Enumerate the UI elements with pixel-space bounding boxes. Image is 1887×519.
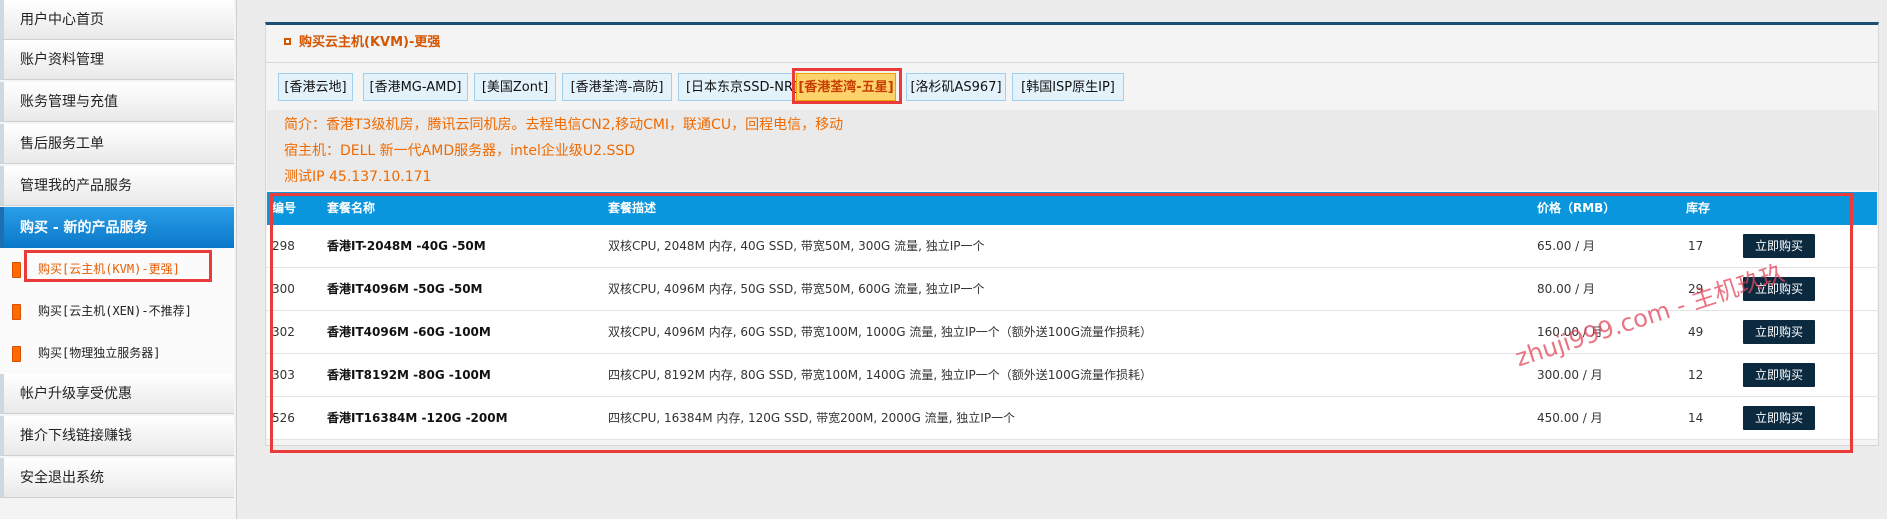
column-header-stock: 库存: [1686, 201, 1711, 215]
tab-la-as967[interactable]: [洛杉矶AS967]: [906, 73, 1006, 101]
row-description: 四核CPU, 8192M 内存, 80G SSD, 带宽100M, 1400G …: [608, 368, 1152, 382]
table-row: 302 香港IT4096M -60G -100M 双核CPU, 4096M 内存…: [267, 311, 1877, 354]
sidebar-item-account-upgrade[interactable]: 帐户升级享受优惠: [0, 374, 234, 414]
sidebar-item-support-tickets[interactable]: 售后服务工单: [0, 124, 234, 164]
row-price: 80.00 / 月: [1537, 282, 1596, 296]
square-bullet-icon: [284, 38, 291, 45]
table-row: 303 香港IT8192M -80G -100M 四核CPU, 8192M 内存…: [267, 354, 1877, 397]
sidebar-item-referral-links[interactable]: 推介下线链接赚钱: [0, 416, 234, 456]
row-description: 双核CPU, 4096M 内存, 50G SSD, 带宽50M, 600G 流量…: [608, 282, 985, 296]
sidebar-subitem-buy-xen[interactable]: 购买[云主机(XEN)-不推荐]: [0, 290, 234, 332]
row-stock: 17: [1688, 239, 1704, 253]
sidebar-item-buy-new-products[interactable]: 购买 - 新的产品服务: [0, 207, 234, 249]
row-price: 300.00 / 月: [1537, 368, 1603, 382]
tab-hk-mg-amd[interactable]: [香港MG-AMD]: [363, 73, 468, 101]
server-icon: [12, 262, 21, 278]
sidebar-item-logout[interactable]: 安全退出系统: [0, 458, 234, 498]
sidebar-subitem-buy-kvm[interactable]: 购买[云主机(KVM)-更强]: [0, 248, 234, 290]
table-row: 300 香港IT4096M -50G -50M 双核CPU, 4096M 内存,…: [267, 268, 1877, 311]
row-id: 298: [272, 239, 295, 253]
sidebar-subitem-buy-dedicated[interactable]: 购买[物理独立服务器]: [0, 332, 234, 374]
buy-now-button[interactable]: 立即购买: [1743, 277, 1815, 301]
tab-hk-tsuenwan-fivestar[interactable]: [香港荃湾-五星]: [796, 73, 896, 101]
tab-us-zont[interactable]: [美国Zont]: [474, 73, 556, 101]
row-plan-name: 香港IT4096M -50G -50M: [327, 282, 483, 296]
row-plan-name: 香港IT-2048M -40G -50M: [327, 239, 486, 253]
sidebar-item-user-center-home[interactable]: 用户中心首页: [0, 0, 234, 40]
row-description: 双核CPU, 2048M 内存, 40G SSD, 带宽50M, 300G 流量…: [608, 239, 985, 253]
table-header: 编号 套餐名称 套餐描述 价格（RMB） 库存: [267, 192, 1877, 225]
tab-hk-tsuenwan-antiddos[interactable]: [香港荃湾-高防]: [562, 73, 672, 101]
row-plan-name: 香港IT16384M -120G -200M: [327, 411, 508, 425]
row-stock: 14: [1688, 411, 1704, 425]
sidebar: 用户中心首页 账户资料管理 账务管理与充值 售后服务工单 管理我的产品服务 购买…: [0, 0, 237, 519]
tab-kr-isp-native-ip[interactable]: [韩国ISP原生IP]: [1012, 73, 1124, 101]
table-row: 298 香港IT-2048M -40G -50M 双核CPU, 2048M 内存…: [267, 225, 1877, 268]
server-icon: [12, 304, 21, 320]
row-stock: 49: [1688, 325, 1704, 339]
buy-now-button[interactable]: 立即购买: [1743, 234, 1815, 258]
row-description: 双核CPU, 4096M 内存, 60G SSD, 带宽100M, 1000G …: [608, 325, 1152, 339]
buy-now-button[interactable]: 立即购买: [1743, 363, 1815, 387]
tab-jp-tokyo-ssd-nr[interactable]: [日本东京SSD-NR]: [678, 73, 806, 101]
page-title-text: 购买云主机(KVM)-更强: [299, 35, 441, 50]
column-header-price: 价格（RMB）: [1537, 201, 1616, 215]
buy-now-button[interactable]: 立即购买: [1743, 406, 1815, 430]
sidebar-subitem-label: 购买[物理独立服务器]: [38, 346, 161, 360]
server-icon: [12, 346, 21, 362]
row-id: 526: [272, 411, 295, 425]
row-id: 300: [272, 282, 295, 296]
row-price: 160.00 / 月: [1537, 325, 1603, 339]
intro-test-ip: 测试IP 45.137.10.171: [284, 169, 432, 185]
sidebar-item-billing-recharge[interactable]: 账务管理与充值: [0, 82, 234, 122]
column-header-name: 套餐名称: [327, 201, 376, 215]
sidebar-item-manage-products[interactable]: 管理我的产品服务: [0, 166, 234, 206]
buy-now-button[interactable]: 立即购买: [1743, 320, 1815, 344]
row-stock: 29: [1688, 282, 1704, 296]
row-price: 65.00 / 月: [1537, 239, 1596, 253]
row-description: 四核CPU, 16384M 内存, 120G SSD, 带宽200M, 2000…: [608, 411, 1016, 425]
sidebar-subitem-label: 购买[云主机(KVM)-更强]: [38, 262, 180, 276]
row-stock: 12: [1688, 368, 1704, 382]
row-id: 302: [272, 325, 295, 339]
intro-host: 宿主机：DELL 新一代AMD服务器，intel企业级U2.SSD: [284, 143, 636, 159]
row-id: 303: [272, 368, 295, 382]
column-header-id: 编号: [272, 201, 297, 215]
row-price: 450.00 / 月: [1537, 411, 1603, 425]
row-plan-name: 香港IT8192M -80G -100M: [327, 368, 491, 382]
row-plan-name: 香港IT4096M -60G -100M: [327, 325, 491, 339]
column-header-description: 套餐描述: [608, 201, 657, 215]
sidebar-item-account-profile[interactable]: 账户资料管理: [0, 40, 234, 80]
intro-description: 简介：香港T3级机房，腾讯云同机房。去程电信CN2,移动CMI，联通CU，回程电…: [284, 117, 844, 133]
page-title: 购买云主机(KVM)-更强: [284, 33, 440, 53]
sidebar-subitem-label: 购买[云主机(XEN)-不推荐]: [38, 304, 192, 318]
tab-hk-cloud[interactable]: [香港云地]: [278, 73, 353, 101]
table-row: 526 香港IT16384M -120G -200M 四核CPU, 16384M…: [267, 397, 1877, 440]
divider: [265, 62, 1879, 63]
